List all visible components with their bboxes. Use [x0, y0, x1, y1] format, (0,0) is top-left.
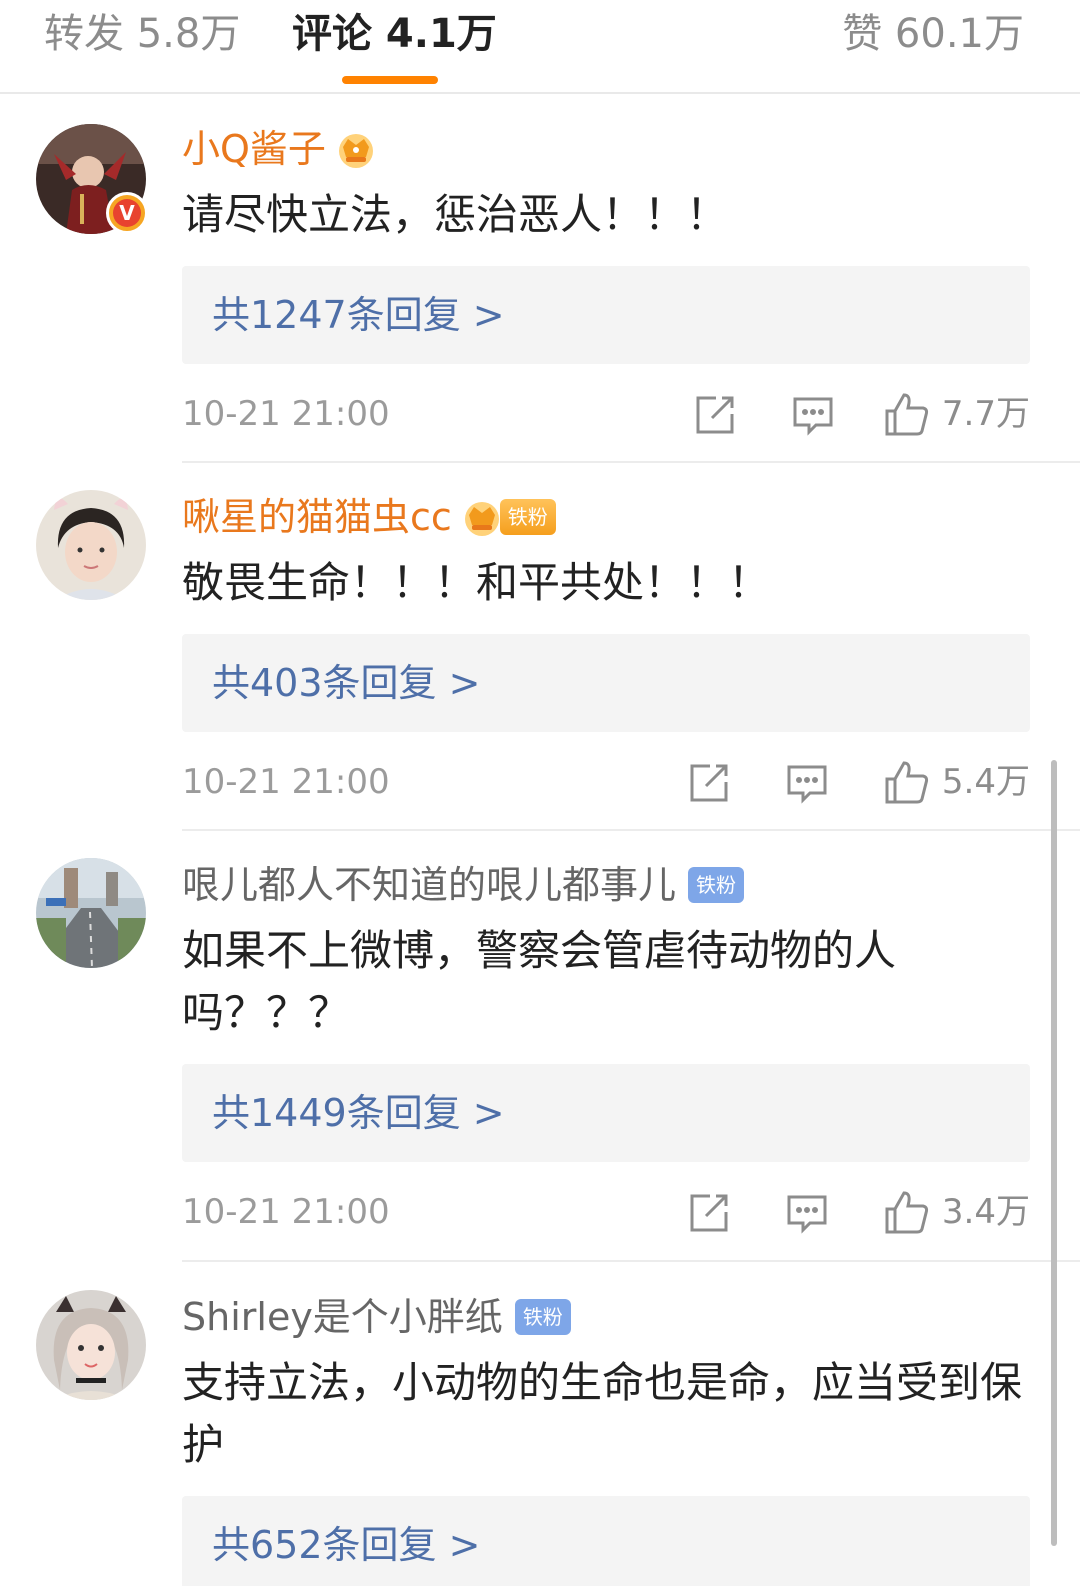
comment-meta-row: 10-21 21:00 5.4万: [182, 752, 1030, 812]
thumbs-up-icon: [885, 393, 928, 436]
like-button[interactable]: 3.4万: [884, 1188, 1030, 1236]
divider: [182, 461, 1080, 463]
share-icon[interactable]: [694, 394, 736, 436]
tab-comments[interactable]: 评论 4.1万: [292, 6, 497, 62]
tab-repost[interactable]: 转发 5.8万: [44, 6, 240, 62]
like-count: 7.7万: [941, 394, 1030, 434]
thumbs-up-icon: [885, 761, 928, 804]
divider: [182, 829, 1080, 831]
view-replies-link[interactable]: 共403条回复 >: [212, 656, 480, 710]
reply-summary-box[interactable]: 共1449条回复 >: [182, 1064, 1030, 1162]
avatar[interactable]: [36, 1290, 146, 1400]
comment-text: 如果不上微博，警察会管虐待动物的人吗？？？: [182, 926, 897, 1037]
username[interactable]: Shirley是个小胖纸: [182, 1292, 503, 1342]
crown-icon: [338, 134, 373, 168]
username-line: 哏儿都人不知道的哏儿都事儿 铁粉: [182, 860, 745, 910]
comment-text: 支持立法，小动物的生命也是命，应当受到保护: [182, 1358, 1023, 1469]
tab-likes[interactable]: 赞 60.1万: [842, 6, 1024, 62]
thumbs-up-icon: [885, 1191, 928, 1234]
comment-text: 请尽快立法，惩治恶人！！！: [182, 190, 729, 239]
like-button[interactable]: 5.4万: [884, 758, 1030, 806]
comment-meta-row: 10-21 21:00 3.4万: [182, 1182, 1030, 1242]
comment-tabs-bar: 转发 5.8万 评论 4.1万 赞 60.1万: [0, 0, 1080, 94]
reply-summary-box[interactable]: 共1247条回复 >: [182, 266, 1030, 364]
comment-text: 敬畏生命！！！和平共处！！！: [182, 558, 771, 607]
share-icon[interactable]: [688, 762, 730, 804]
avatar[interactable]: [36, 858, 146, 968]
username[interactable]: 哏儿都人不知道的哏儿都事儿: [182, 860, 676, 910]
comment-timestamp: 10-21 21:00: [182, 394, 390, 434]
divider: [182, 1260, 1080, 1262]
fan-badge: 铁粉: [688, 867, 745, 903]
avatar[interactable]: [36, 490, 146, 600]
comment-icon[interactable]: [786, 762, 828, 804]
view-replies-link[interactable]: 共652条回复 >: [212, 1518, 480, 1572]
username-line: 啾星的猫猫虫cc 铁粉: [182, 492, 556, 542]
username-line: Shirley是个小胖纸 铁粉: [182, 1292, 571, 1342]
username[interactable]: 啾星的猫猫虫cc: [182, 492, 452, 542]
scrollbar[interactable]: [1051, 760, 1057, 1546]
comment-timestamp: 10-21 21:00: [182, 762, 390, 802]
view-replies-link[interactable]: 共1449条回复 >: [212, 1086, 505, 1140]
comment-icon[interactable]: [792, 394, 834, 436]
crown-icon: [464, 502, 499, 536]
username[interactable]: 小Q酱子: [182, 124, 326, 174]
reply-summary-box[interactable]: 共652条回复 >: [182, 1496, 1030, 1586]
like-count: 3.4万: [941, 1192, 1030, 1232]
fan-badge: 铁粉: [499, 499, 556, 535]
share-icon[interactable]: [688, 1192, 730, 1234]
comment-meta-row: 10-21 21:00 7.7万: [182, 384, 1030, 444]
comment-timestamp: 10-21 21:00: [182, 1192, 390, 1232]
view-replies-link[interactable]: 共1247条回复 >: [212, 288, 505, 342]
like-button[interactable]: 7.7万: [884, 390, 1030, 438]
reply-summary-box[interactable]: 共403条回复 >: [182, 634, 1030, 732]
username-line: 小Q酱子: [182, 124, 378, 174]
verified-badge-icon: V: [106, 192, 148, 234]
active-tab-indicator: [342, 76, 438, 84]
fan-badge: 铁粉: [514, 1299, 571, 1335]
like-count: 5.4万: [941, 762, 1030, 802]
comment-icon[interactable]: [786, 1192, 828, 1234]
